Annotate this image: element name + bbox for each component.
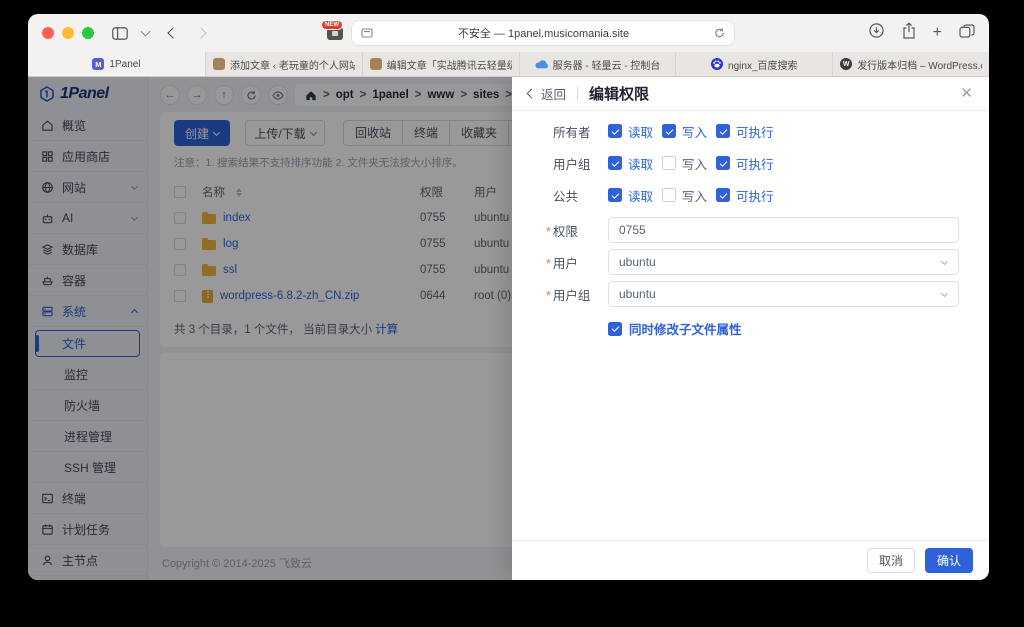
page-viewport: 1Panel 概览 应用商店 网站 AI 数据库 容器 系统 文件 监控 防火墙… [28,77,989,580]
edit-permission-drawer: 返回 编辑权限 ✕ 所有者 读取 写入 可执行 用户组 读取 写入 可执行 公共… [512,77,989,580]
public-permission-row: 公共 读取 写入 可执行 [512,179,989,211]
site-favicon [369,58,382,70]
group-read-checkbox[interactable]: 读取 [608,154,653,173]
confirm-button[interactable]: 确认 [925,548,973,573]
group-select[interactable]: ubuntu [608,281,959,307]
extension-icon[interactable]: NEW [321,19,343,40]
user-field-row: * 用户 ubuntu [512,247,989,277]
tab-1panel[interactable]: M 1Panel [28,52,206,76]
downloads-icon[interactable] [868,22,885,44]
drawer-title: 编辑权限 [589,86,650,103]
tab-bar: M 1Panel 添加文章 ‹ 老玩童的个人网站 — Word... 编辑文章「… [28,52,989,77]
back-arrow-icon [526,88,537,99]
tab-wordpress-edit-post[interactable]: 编辑文章「实战腾讯云轻量级服务器」‹... [363,52,520,76]
tab-tencent-cloud-console[interactable]: 服务器 - 轻量云 - 控制台 [520,52,677,76]
permission-field-row: * 权限 [512,215,989,245]
close-window-button[interactable] [42,27,54,39]
address-bar[interactable]: 不安全 — 1panel.musicomania.site [352,21,734,45]
public-read-checkbox[interactable]: 读取 [608,186,653,205]
zoom-window-button[interactable] [82,27,94,39]
1panel-favicon: M [92,58,105,70]
url-text: 不安全 — 1panel.musicomania.site [457,28,630,40]
tab-overview-icon[interactable] [959,23,975,43]
chevron-down-icon [940,257,949,266]
cloud-favicon [535,60,548,69]
baidu-favicon [711,58,724,70]
required-marker: * [546,288,551,303]
back-button[interactable]: 返回 [526,84,566,103]
group-permission-row: 用户组 读取 写入 可执行 [512,147,989,179]
browser-toolbar: NEW 不安全 — 1panel.musicomania.site + [28,14,989,52]
public-exec-checkbox[interactable]: 可执行 [716,186,774,205]
group-field-row: * 用户组 ubuntu [512,279,989,309]
required-marker: * [546,256,551,271]
traffic-lights [42,27,94,39]
new-tab-icon[interactable]: + [933,25,942,41]
close-icon[interactable]: ✕ [960,86,973,101]
permission-input[interactable] [608,217,959,243]
chevron-down-icon [940,289,949,298]
back-button[interactable] [167,27,179,39]
share-icon[interactable] [902,22,916,44]
required-marker: * [546,224,551,239]
cancel-button[interactable]: 取消 [867,548,915,573]
browser-window: NEW 不安全 — 1panel.musicomania.site + M 1P… [28,14,989,580]
sidebar-toggle-icon[interactable] [112,26,128,40]
owner-write-checkbox[interactable]: 写入 [662,122,707,141]
group-write-checkbox[interactable]: 写入 [662,154,707,173]
tab-wordpress-org-releases[interactable]: W 发行版本归档 – WordPress.org China... [833,52,989,76]
wordpress-favicon: W [840,58,853,70]
group-exec-checkbox[interactable]: 可执行 [716,154,774,173]
owner-exec-checkbox[interactable]: 可执行 [716,122,774,141]
new-badge: NEW [321,19,343,31]
tab-baidu-search[interactable]: nginx_百度搜索 [676,52,834,76]
reload-icon[interactable] [714,27,725,39]
owner-permission-row: 所有者 读取 写入 可执行 [512,115,989,147]
tab-wordpress-new-post[interactable]: 添加文章 ‹ 老玩童的个人网站 — Word... [206,52,363,76]
owner-read-checkbox[interactable]: 读取 [608,122,653,141]
site-favicon [213,58,225,70]
public-write-checkbox[interactable]: 写入 [662,186,707,205]
page-icon [361,28,373,38]
forward-button[interactable] [195,27,207,39]
chevron-down-icon[interactable] [140,26,151,37]
user-select[interactable]: ubuntu [608,249,959,275]
minimize-window-button[interactable] [62,27,74,39]
apply-to-children-checkbox[interactable]: 同时修改子文件属性 [512,319,989,338]
